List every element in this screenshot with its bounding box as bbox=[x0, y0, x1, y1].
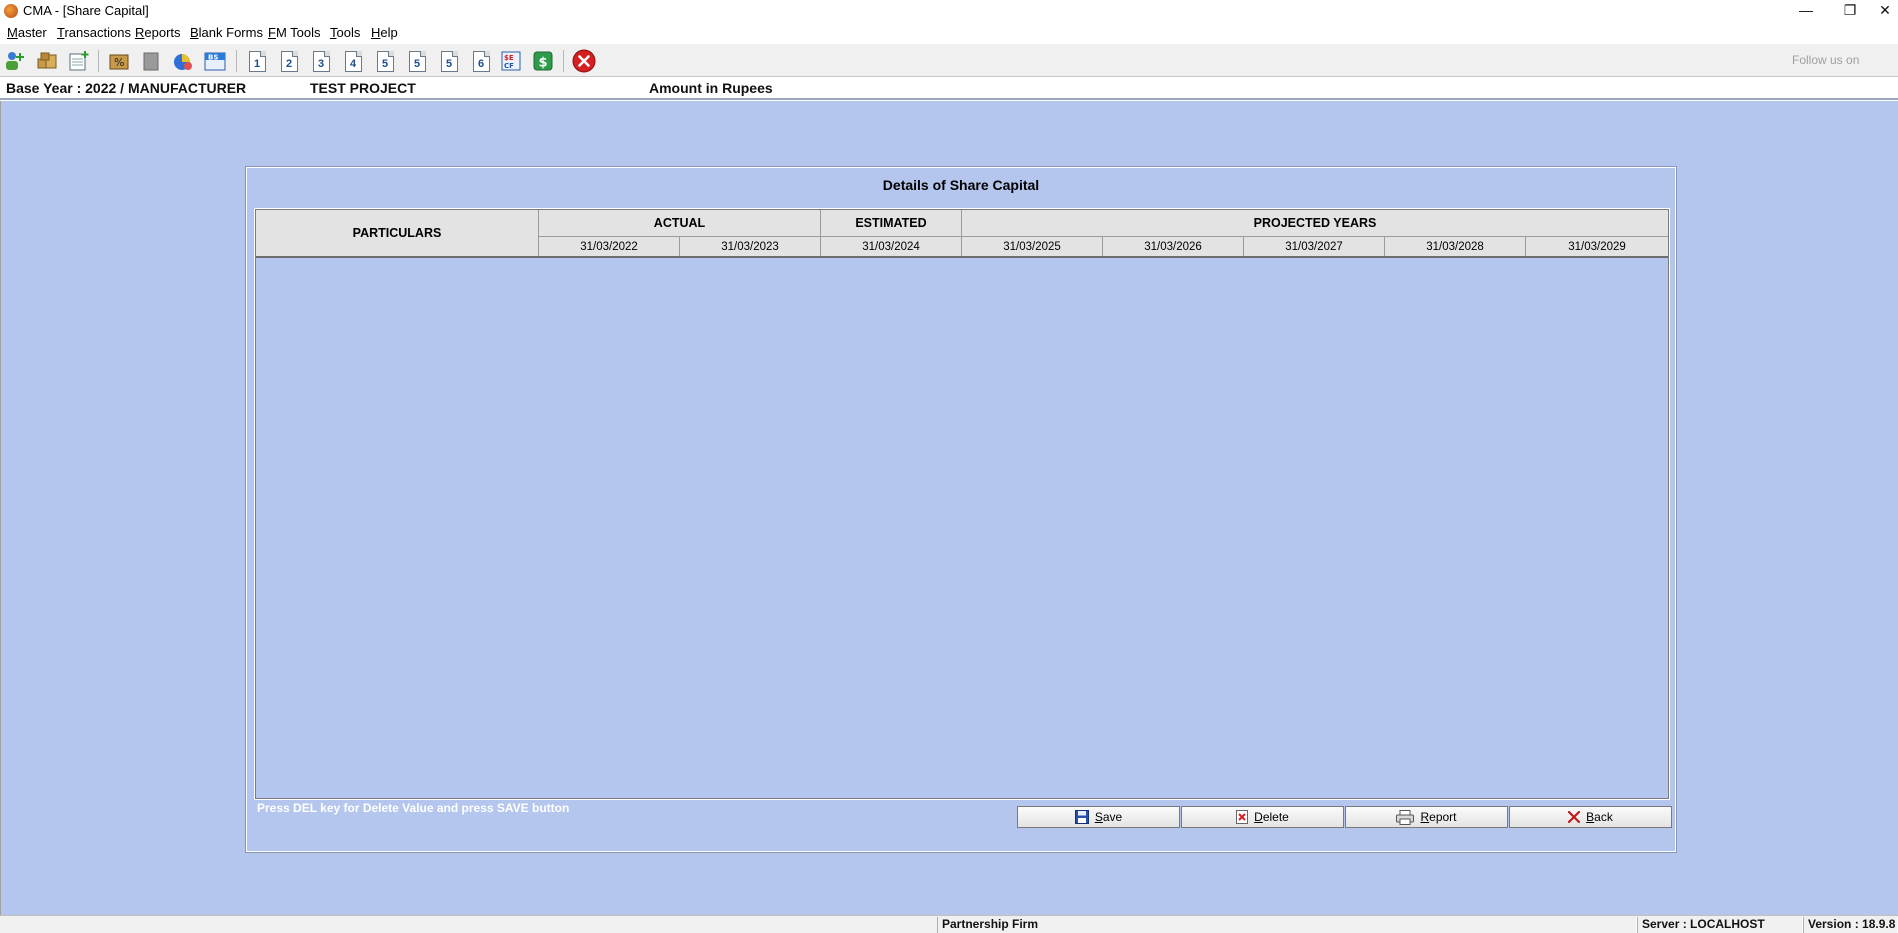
svg-text:%: % bbox=[114, 56, 124, 69]
col-particulars: PARTICULARS bbox=[256, 210, 539, 256]
form-doc-icon: 1 bbox=[248, 50, 266, 72]
col-date: 31/03/2023 bbox=[680, 237, 821, 256]
svg-text:CF: CF bbox=[504, 62, 514, 70]
percent-tool-button[interactable]: % bbox=[107, 49, 131, 73]
menu-blank-forms[interactable]: Blank Forms bbox=[190, 25, 263, 40]
report-button[interactable]: Report bbox=[1345, 806, 1508, 828]
menu-fm-tools[interactable]: FM Tools bbox=[268, 25, 321, 40]
add-client-button[interactable] bbox=[3, 49, 27, 73]
chart-button[interactable] bbox=[171, 49, 195, 73]
col-date: 31/03/2024 bbox=[821, 237, 962, 256]
project-name-label: TEST PROJECT bbox=[310, 80, 416, 96]
form-4-button[interactable]: 4 bbox=[341, 49, 365, 73]
share-capital-panel: Details of Share Capital PARTICULARS ACT… bbox=[245, 166, 1677, 853]
form-doc-icon: 5 bbox=[408, 50, 426, 72]
panel-title: Details of Share Capital bbox=[882, 177, 1040, 193]
form-3-button[interactable]: 3 bbox=[309, 49, 333, 73]
workspace: Details of Share Capital PARTICULARS ACT… bbox=[0, 101, 1898, 915]
amount-unit-label: Amount in Rupees bbox=[649, 80, 773, 96]
menu-master[interactable]: Master bbox=[7, 25, 47, 40]
group-projected: PROJECTED YEARS bbox=[962, 210, 1668, 237]
grid-body[interactable] bbox=[256, 258, 1668, 798]
close-circle-icon bbox=[572, 49, 596, 73]
share-capital-grid: PARTICULARS ACTUAL ESTIMATED PROJECTED Y… bbox=[254, 208, 1670, 800]
col-date: 31/03/2029 bbox=[1568, 240, 1626, 253]
boxes-icon bbox=[37, 52, 57, 69]
form-5c-button[interactable]: 5 bbox=[437, 49, 461, 73]
svg-text:BS: BS bbox=[208, 54, 218, 62]
group-actual: ACTUAL bbox=[539, 210, 821, 237]
toolbar: % BS 1 2 3 4 5 5 5 6 $E CF $ bbox=[0, 44, 1898, 77]
statement-button[interactable]: $E CF bbox=[499, 49, 523, 73]
back-button[interactable]: Back bbox=[1509, 806, 1672, 828]
col-date: 31/03/2027 bbox=[1244, 237, 1385, 256]
printer-icon bbox=[1396, 809, 1415, 825]
toolbar-separator bbox=[563, 50, 564, 72]
close-window-button[interactable]: ✕ bbox=[1872, 0, 1898, 22]
menu-tools[interactable]: Tools bbox=[330, 25, 360, 40]
x-mark-icon bbox=[1568, 811, 1581, 823]
save-button[interactable]: Save bbox=[1017, 806, 1180, 828]
form-5-button[interactable]: 5 bbox=[373, 49, 397, 73]
col-date: 31/03/2025 bbox=[962, 237, 1103, 256]
user-add-icon bbox=[6, 52, 24, 70]
delete-hint: Press DEL key for Delete Value and press… bbox=[257, 801, 570, 815]
toolbar-separator bbox=[98, 50, 99, 72]
grid-header: PARTICULARS ACTUAL ESTIMATED PROJECTED Y… bbox=[256, 210, 1668, 258]
menu-reports[interactable]: Reports bbox=[135, 25, 181, 40]
gray-sheet-icon bbox=[143, 52, 159, 71]
form-doc-icon: 5 bbox=[376, 50, 394, 72]
delete-doc-icon bbox=[1236, 810, 1249, 824]
status-server: Server : LOCALHOST bbox=[1637, 917, 1803, 933]
open-project-button[interactable] bbox=[35, 49, 59, 73]
delete-button[interactable]: Delete bbox=[1181, 806, 1344, 828]
pie-chart-icon bbox=[174, 54, 192, 70]
notes-button[interactable] bbox=[139, 49, 163, 73]
base-year-label: Base Year : 2022 / MANUFACTURER bbox=[6, 80, 247, 96]
bs-icon: BS bbox=[204, 52, 226, 71]
form-doc-icon: 5 bbox=[440, 50, 458, 72]
svg-text:$: $ bbox=[539, 56, 548, 71]
window-title: CMA - [Share Capital] bbox=[23, 3, 149, 18]
col-date: 31/03/2022 bbox=[539, 237, 680, 256]
floppy-icon bbox=[1074, 810, 1089, 824]
form-6-button[interactable]: 6 bbox=[469, 49, 493, 73]
title-bar: CMA - [Share Capital] — ❐ ✕ bbox=[0, 0, 1898, 22]
status-firm-type: Partnership Firm bbox=[937, 917, 1637, 933]
dollar-icon: $ bbox=[533, 51, 553, 71]
form-doc-icon: 4 bbox=[344, 50, 362, 72]
form-doc-icon: 6 bbox=[472, 50, 490, 72]
statement-grid-icon: $ECF bbox=[501, 51, 521, 71]
balance-sheet-button[interactable]: BS bbox=[203, 49, 227, 73]
menu-transactions[interactable]: Transactions bbox=[57, 25, 131, 40]
svg-text:$E: $E bbox=[504, 54, 514, 62]
percent-box-icon: % bbox=[109, 54, 129, 70]
minimize-button[interactable]: — bbox=[1784, 0, 1828, 22]
menu-bar: Master Transactions Reports Blank Forms … bbox=[0, 22, 1898, 44]
toolbar-separator bbox=[236, 50, 237, 72]
sheet-add-icon bbox=[69, 51, 89, 71]
info-bar: Base Year : 2022 / MANUFACTURER TEST PRO… bbox=[0, 77, 1898, 100]
form-2-button[interactable]: 2 bbox=[277, 49, 301, 73]
new-entry-button[interactable] bbox=[67, 49, 91, 73]
follow-us-text: Follow us on bbox=[1792, 53, 1860, 67]
finance-button[interactable]: $ bbox=[531, 49, 555, 73]
form-1-button[interactable]: 1 bbox=[245, 49, 269, 73]
form-5b-button[interactable]: 5 bbox=[405, 49, 429, 73]
col-date: 31/03/2026 bbox=[1103, 237, 1244, 256]
menu-help[interactable]: Help bbox=[371, 25, 398, 40]
exit-button[interactable] bbox=[572, 49, 596, 73]
group-estimated: ESTIMATED bbox=[821, 210, 962, 237]
status-version: Version : 18.9.8 bbox=[1803, 917, 1898, 933]
form-doc-icon: 3 bbox=[312, 50, 330, 72]
col-date: 31/03/2028 bbox=[1385, 237, 1526, 256]
status-bar: Partnership Firm Server : LOCALHOST Vers… bbox=[0, 915, 1898, 933]
app-icon bbox=[4, 4, 18, 18]
form-doc-icon: 2 bbox=[280, 50, 298, 72]
restore-button[interactable]: ❐ bbox=[1828, 0, 1872, 22]
